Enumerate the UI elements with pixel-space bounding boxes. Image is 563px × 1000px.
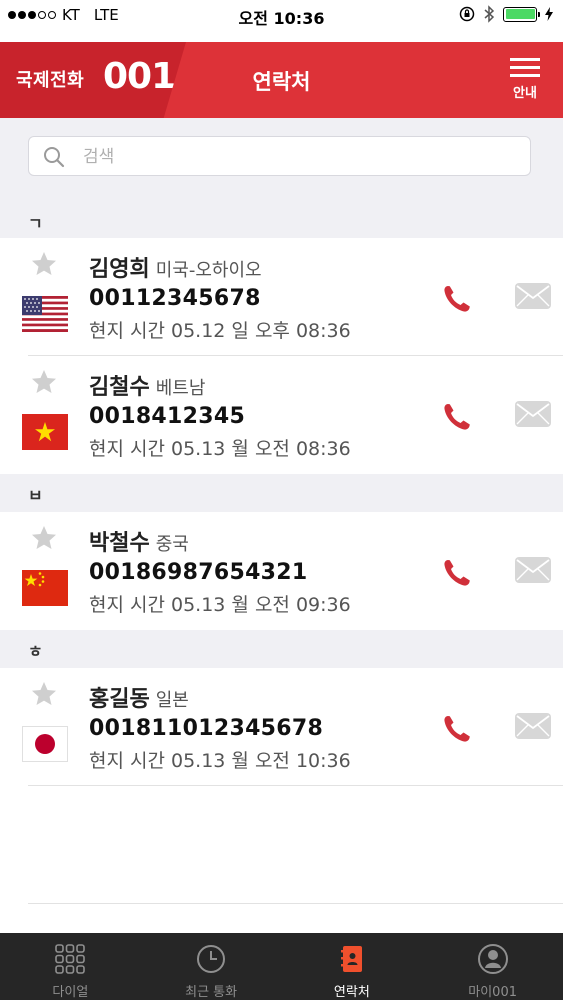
favorite-star-icon[interactable] [30,680,58,708]
menu-button[interactable]: 안내 [507,58,543,106]
section-label: ㅎ [28,642,43,661]
message-envelope-icon[interactable] [514,712,552,740]
charging-icon [545,7,553,21]
contact-country: 일본 [155,690,189,711]
contact-name-line: 홍길동 일본 [89,681,189,713]
row-divider [28,785,563,786]
contact-number: 001811012345678 [89,716,324,741]
contact-row[interactable]: 김영희 미국-오하이오 00112345678 현지 시간 05.12 일 오후 … [0,238,563,356]
profile-icon [477,944,508,974]
contact-row[interactable]: 김철수 베트남 0018412345 현지 시간 05.13 월 오전 08:36 [0,356,563,474]
search-icon [44,147,65,168]
call-phone-icon[interactable] [440,556,474,590]
app-header: 국제전화 001 연락처 안내 [0,42,563,118]
search-box[interactable] [28,136,531,176]
contact-name-line: 김영희 미국-오하이오 [89,251,262,283]
call-phone-icon[interactable] [440,400,474,434]
contact-name: 홍길동 [89,687,150,712]
status-right [459,5,553,23]
message-envelope-icon[interactable] [514,400,552,428]
contact-number: 0018412345 [89,404,246,429]
contacts-screen: KT LTE 오전 10:36 국제전화 001 연락처 안내 검색 ㄱ 김영희… [0,0,563,1000]
dialpad-icon [55,944,86,974]
section-label: ㄱ [28,214,43,233]
china-flag-icon [22,570,68,606]
search-area [0,118,563,202]
tab-dial[interactable]: 다이얼 [0,933,141,1000]
favorite-star-icon[interactable] [30,368,58,396]
menu-icon [510,58,540,61]
call-phone-icon[interactable] [440,282,474,316]
tab-label: 연락처 [333,985,370,1000]
contact-row[interactable]: 박철수 중국 00186987654321 현지 시간 05.13 월 오전 09… [0,512,563,630]
battery-icon [503,6,540,22]
clock-icon [197,945,226,973]
contact-country: 미국-오하이오 [155,260,262,281]
tab-my001[interactable]: 마이001 [422,933,563,1000]
section-header: ㅂ [0,474,563,512]
contact-name-line: 김철수 베트남 [89,369,205,401]
tab-label: 최근 통화 [185,985,238,1000]
contact-local-time: 현지 시간 05.13 월 오전 09:36 [89,594,351,616]
call-phone-icon[interactable] [440,712,474,746]
bluetooth-icon [484,5,495,23]
tab-label: 마이001 [468,985,517,1000]
section-label: ㅂ [28,486,43,505]
vietnam-flag-icon [22,414,68,450]
contact-name: 김철수 [89,375,150,400]
favorite-star-icon[interactable] [30,524,58,552]
contact-row[interactable]: 홍길동 일본 001811012345678 현지 시간 05.13 월 오전 1… [0,668,563,786]
menu-icon-line [510,66,540,69]
contact-local-time: 현지 시간 05.13 월 오전 08:36 [89,438,351,460]
contact-number: 00186987654321 [89,560,308,585]
section-header: ㅎ [0,630,563,668]
status-bar: KT LTE 오전 10:36 [0,0,563,30]
contact-name-line: 박철수 중국 [89,525,189,557]
message-envelope-icon[interactable] [514,282,552,310]
favorite-star-icon[interactable] [30,250,58,278]
contact-name: 박철수 [89,531,150,556]
page-title: 연락처 [252,70,311,94]
tab-contacts[interactable]: 연락처 [282,933,423,1000]
contact-country: 베트남 [155,378,206,399]
rotation-lock-icon [459,6,475,22]
message-envelope-icon[interactable] [514,556,552,584]
menu-label: 안내 [513,86,537,101]
usa-flag-icon [22,294,68,334]
contact-local-time: 현지 시간 05.12 일 오후 08:36 [89,320,351,342]
list-end-divider [28,903,563,904]
contact-country: 중국 [155,534,189,555]
contact-number: 00112345678 [89,286,261,311]
japan-flag-icon [22,726,68,762]
contact-name: 김영희 [89,257,150,282]
search-input[interactable] [83,145,503,169]
tab-recent-calls[interactable]: 최근 통화 [141,933,282,1000]
tab-bar: 다이얼 최근 통화 연락처 마이001 [0,933,563,1000]
contacts-book-icon [340,946,362,972]
menu-icon-line [510,74,540,77]
section-header: ㄱ [0,202,563,240]
tab-label: 다이얼 [52,985,89,1000]
contact-local-time: 현지 시간 05.13 월 오전 10:36 [89,750,351,772]
